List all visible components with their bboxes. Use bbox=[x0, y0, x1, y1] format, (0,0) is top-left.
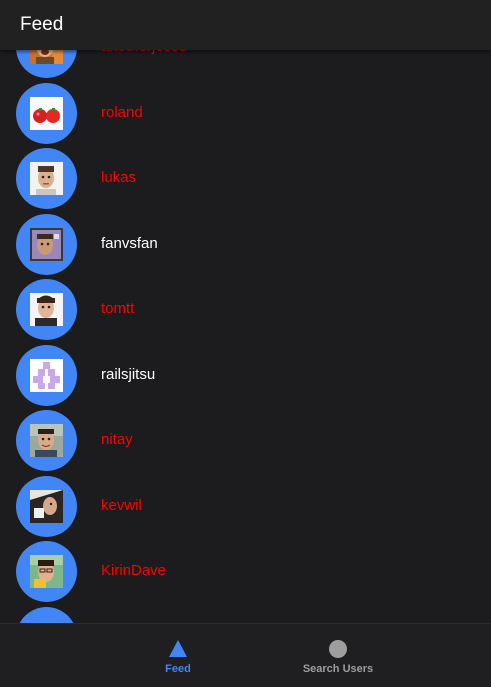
user-row[interactable]: fanvsfan bbox=[0, 212, 491, 278]
bottom-tab-bar: Feed Search Users bbox=[0, 623, 491, 687]
avatar bbox=[16, 344, 77, 406]
avatar-image bbox=[30, 162, 63, 195]
avatar-image bbox=[30, 424, 63, 457]
username[interactable]: railsjitsu bbox=[101, 366, 155, 384]
user-row[interactable]: anotherjesse bbox=[0, 50, 491, 81]
app-header: Feed bbox=[0, 0, 491, 50]
page-title: Feed bbox=[20, 14, 64, 35]
user-list[interactable]: anotherjesse roland lukas fanvsfan tomtt rail… bbox=[0, 50, 491, 623]
user-row[interactable]: kevwil bbox=[0, 474, 491, 540]
avatar bbox=[16, 50, 77, 78]
user-row[interactable]: tomtt bbox=[0, 277, 491, 343]
username[interactable]: tomtt bbox=[101, 300, 134, 318]
username[interactable]: lukas bbox=[101, 169, 136, 187]
avatar bbox=[16, 541, 77, 602]
username[interactable]: kevwil bbox=[101, 497, 142, 515]
avatar bbox=[16, 82, 77, 144]
user-row[interactable]: roland bbox=[0, 81, 491, 147]
avatar-image bbox=[30, 489, 63, 523]
user-row[interactable]: lukas bbox=[0, 146, 491, 212]
user-row-partial[interactable] bbox=[0, 605, 491, 623]
username[interactable]: roland bbox=[101, 104, 143, 122]
user-row[interactable]: nitay bbox=[0, 408, 491, 474]
tab-search-users-label: Search Users bbox=[302, 663, 374, 675]
username[interactable]: fanvsfan bbox=[101, 235, 158, 253]
avatar-image bbox=[30, 96, 63, 130]
tab-search-users[interactable]: Search Users bbox=[290, 624, 386, 687]
triangle-icon bbox=[169, 640, 187, 657]
username[interactable]: nitay bbox=[101, 431, 133, 449]
avatar bbox=[16, 606, 77, 623]
avatar bbox=[16, 279, 77, 340]
avatar-image bbox=[30, 50, 63, 64]
avatar-image bbox=[30, 293, 63, 326]
avatar-image bbox=[30, 358, 63, 392]
avatar-image bbox=[30, 227, 63, 261]
avatar bbox=[16, 410, 77, 471]
avatar-image bbox=[30, 555, 63, 588]
username[interactable]: anotherjesse bbox=[101, 50, 187, 56]
user-row[interactable]: railsjitsu bbox=[0, 343, 491, 409]
username[interactable]: KirinDave bbox=[101, 562, 166, 580]
circle-icon bbox=[329, 640, 347, 658]
user-row[interactable]: KirinDave bbox=[0, 539, 491, 605]
tab-feed-label: Feed bbox=[165, 663, 191, 675]
user-list-content: anotherjesse roland lukas fanvsfan tomtt rail… bbox=[0, 50, 491, 623]
avatar bbox=[16, 148, 77, 209]
avatar bbox=[16, 475, 77, 537]
avatar bbox=[16, 213, 77, 275]
tab-feed[interactable]: Feed bbox=[140, 624, 216, 687]
